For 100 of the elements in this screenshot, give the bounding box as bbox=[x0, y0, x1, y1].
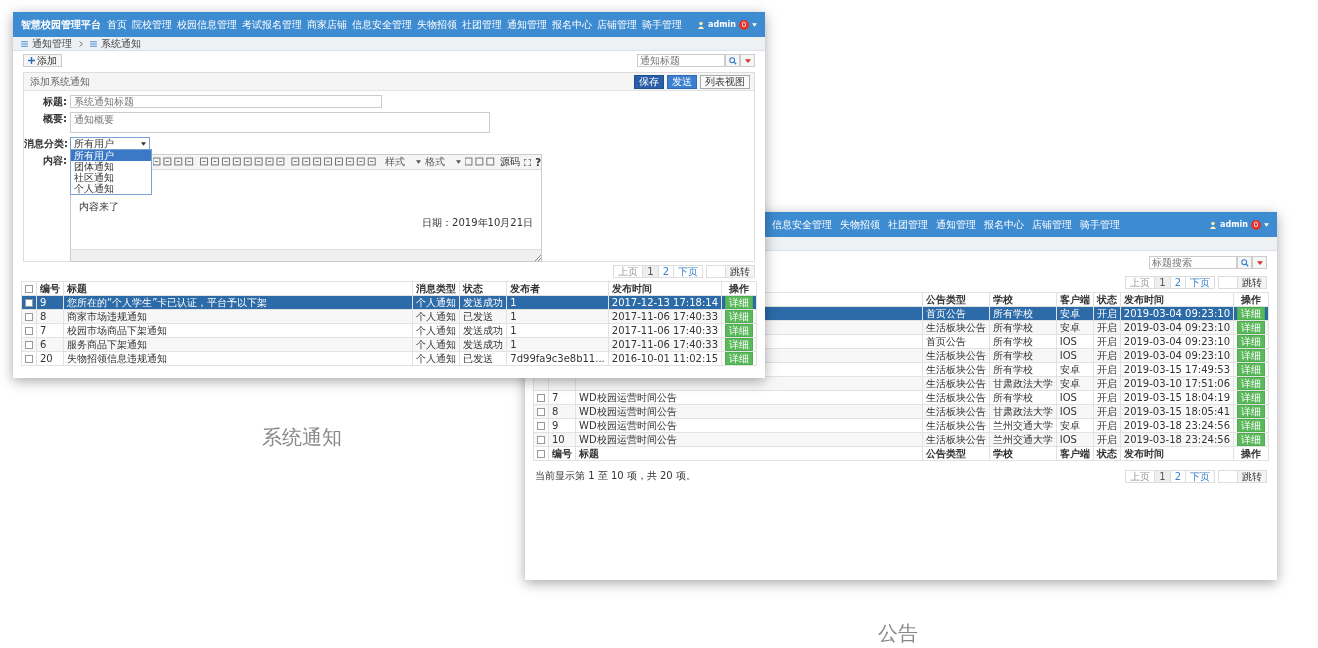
next-page-link[interactable]: 下页 bbox=[1185, 276, 1215, 289]
nav-item[interactable]: 社团管理 bbox=[888, 218, 928, 231]
nav-item[interactable]: 考试报名管理 bbox=[242, 18, 302, 31]
help-button[interactable]: ? bbox=[535, 156, 541, 168]
dropdown-option[interactable]: 社区通知 bbox=[71, 172, 151, 183]
table-cell: IOS bbox=[1059, 391, 1077, 403]
jump-button[interactable]: 跳转 bbox=[725, 265, 755, 278]
breadcrumb-item[interactable]: 通知管理 bbox=[32, 37, 72, 50]
page-link[interactable]: 1 bbox=[1154, 276, 1171, 289]
table-cell: 已发送 bbox=[463, 310, 494, 322]
table-cell: 服务商品下架通知 bbox=[67, 338, 147, 350]
table-cell: 生活板块公告 bbox=[925, 391, 986, 403]
source-button[interactable]: 源码 bbox=[500, 155, 521, 169]
column-header[interactable]: 操作 bbox=[721, 281, 757, 296]
table-row[interactable]: 6 服务商品下架通知 个人通知 发送成功 1 2017-11-06 17:40:33 详细 bbox=[21, 337, 757, 352]
column-header[interactable]: 客户端 bbox=[1056, 292, 1094, 307]
table-cell: 个人通知 bbox=[416, 338, 457, 350]
prev-page-link[interactable]: 上页 bbox=[1125, 469, 1156, 483]
column-header[interactable]: 操作 bbox=[1233, 292, 1269, 307]
search-field[interactable]: 标题搜索 bbox=[1149, 256, 1237, 269]
column-header[interactable]: 公告类型 bbox=[922, 292, 990, 307]
nav-item[interactable]: 院校管理 bbox=[132, 18, 172, 31]
table-cell: 甘肃政法大学 bbox=[992, 405, 1053, 417]
column-header[interactable]: 发布时间 bbox=[608, 281, 722, 296]
panel-button[interactable]: 发送 bbox=[667, 74, 697, 89]
user-name[interactable]: admin bbox=[1220, 220, 1248, 229]
nav-item[interactable]: 信息安全管理 bbox=[772, 218, 832, 231]
table-row[interactable]: 8 WD校园运营时间公告 生活板块公告 甘肃政法大学 IOS 开启 2019-03-15 18:05:41 详细 bbox=[533, 404, 1269, 419]
nav-item[interactable]: 店铺管理 bbox=[1032, 218, 1072, 231]
field-label: 标题: bbox=[42, 95, 68, 108]
table-cell: 所有学校 bbox=[992, 321, 1033, 333]
nav-item[interactable]: 店铺管理 bbox=[597, 18, 637, 31]
prev-page-link[interactable]: 上页 bbox=[1125, 276, 1156, 289]
nav-item[interactable]: 通知管理 bbox=[936, 218, 976, 231]
dropdown-option[interactable]: 团体通知 bbox=[71, 161, 151, 172]
jump-button[interactable]: 跳转 bbox=[1237, 469, 1267, 483]
page-link[interactable]: 1 bbox=[642, 265, 659, 278]
table-row[interactable]: 9 您所在的“个人学生”卡已认证，平台予以下架 个人通知 发送成功 1 2017-12-13 17:18:14 详细 bbox=[21, 295, 757, 310]
table-cell: 2017-11-06 17:40:33 bbox=[611, 338, 718, 350]
nav-item[interactable]: 骑手管理 bbox=[1080, 218, 1120, 231]
table-cell: 所有学校 bbox=[992, 335, 1033, 347]
caption-text: 系统通知 bbox=[262, 424, 342, 451]
table-row[interactable]: 20 失物招领信息违规通知 个人通知 已发送 7d99fa9c3e8b11... 2016-10-01 11:02:15 详细 bbox=[21, 351, 757, 366]
user-name[interactable]: admin bbox=[708, 20, 736, 29]
table-cell: 2019-03-18 23:24:56 bbox=[1123, 419, 1230, 431]
table-cell: 2019-03-18 23:24:56 bbox=[1123, 433, 1230, 445]
table-cell: 9 bbox=[40, 296, 47, 308]
column-header[interactable]: 状态 bbox=[1093, 292, 1121, 307]
nav-item[interactable]: 骑手管理 bbox=[642, 18, 682, 31]
editor-text: 内容来了 bbox=[79, 201, 120, 213]
table-cell: 个人通知 bbox=[416, 296, 457, 308]
table-cell: 开启 bbox=[1096, 377, 1117, 389]
nav-item[interactable]: 信息安全管理 bbox=[352, 18, 412, 31]
table-row[interactable]: 9 WD校园运营时间公告 生活板块公告 兰州交通大学 安卓 开启 2019-03-18 23:24:56 详细 bbox=[533, 418, 1269, 433]
dropdown-option[interactable]: 所有用户 bbox=[71, 150, 151, 161]
add-button[interactable]: 添加 bbox=[23, 54, 62, 67]
nav-item[interactable]: 通知管理 bbox=[507, 18, 547, 31]
table-row[interactable]: 生活板块公告 甘肃政法大学 安卓 开启 2019-03-10 17:51:06 详细 bbox=[533, 376, 1269, 391]
table-cell: 发送成功 bbox=[463, 324, 504, 336]
nav-item[interactable]: 首页 bbox=[107, 18, 127, 31]
table-row[interactable]: 7 WD校园运营时间公告 生活板块公告 所有学校 IOS 开启 2019-03-15 18:04:19 详细 bbox=[533, 390, 1269, 405]
nav-item[interactable]: 报名中心 bbox=[984, 218, 1024, 231]
column-header[interactable]: 状态 bbox=[459, 281, 507, 296]
nav-item[interactable]: 社团管理 bbox=[462, 18, 502, 31]
title-field[interactable]: 系统通知标题 bbox=[70, 95, 382, 108]
panel-button[interactable]: 列表视图 bbox=[700, 74, 750, 89]
table-cell: 校园市场商品下架通知 bbox=[67, 324, 167, 336]
column-header[interactable]: 发布时间 bbox=[1120, 292, 1234, 307]
panel-button[interactable]: 保存 bbox=[634, 74, 664, 89]
dropdown-option[interactable]: 个人通知 bbox=[71, 183, 151, 194]
column-header[interactable]: 发布者 bbox=[506, 281, 609, 296]
table-cell: 2019-03-04 09:23:10 bbox=[1123, 307, 1230, 319]
format-select[interactable]: 格式 bbox=[424, 155, 461, 169]
table-row[interactable]: 8 商家市场违规通知 个人通知 已发送 1 2017-11-06 17:40:33 详细 bbox=[21, 309, 757, 324]
prev-page-link[interactable]: 上页 bbox=[613, 265, 644, 278]
table-cell: 所有学校 bbox=[992, 391, 1033, 403]
field-label: 消息分类: bbox=[24, 137, 69, 150]
nav-item[interactable]: 失物招领 bbox=[417, 18, 457, 31]
column-header[interactable]: 消息类型 bbox=[412, 281, 460, 296]
style-select[interactable]: 样式 bbox=[385, 155, 421, 169]
nav-item[interactable]: 商家店铺 bbox=[307, 18, 347, 31]
column-header[interactable]: 编号 bbox=[36, 281, 64, 296]
nav-item[interactable]: 失物招领 bbox=[840, 218, 880, 231]
jump-button[interactable]: 跳转 bbox=[1237, 276, 1267, 289]
summary-field[interactable]: 通知概要 bbox=[70, 112, 490, 133]
column-header[interactable]: 标题 bbox=[63, 281, 413, 296]
panel-title: 添加系统通知 bbox=[30, 74, 90, 89]
next-page-link[interactable]: 下页 bbox=[673, 265, 703, 278]
column-header[interactable]: 学校 bbox=[989, 292, 1057, 307]
table-cell: 开启 bbox=[1096, 321, 1117, 333]
table-cell: WD校园运营时间公告 bbox=[579, 391, 677, 403]
search-field[interactable]: 通知标题 bbox=[637, 54, 725, 67]
nav-item[interactable]: 报名中心 bbox=[552, 18, 592, 31]
table-row[interactable]: 10 WD校园运营时间公告 生活板块公告 兰州交通大学 IOS 开启 2019-03-18 23:24:56 详细 bbox=[533, 432, 1269, 447]
table-cell: 1 bbox=[510, 296, 517, 308]
table-row[interactable]: 7 校园市场商品下架通知 个人通知 发送成功 1 2017-11-06 17:40:33 详细 bbox=[21, 323, 757, 338]
nav-item[interactable]: 校园信息管理 bbox=[177, 18, 237, 31]
next-page-link[interactable]: 下页 bbox=[1185, 469, 1215, 483]
breadcrumb-item[interactable]: 系统通知 bbox=[101, 37, 141, 50]
page-link[interactable]: 1 bbox=[1154, 469, 1171, 483]
